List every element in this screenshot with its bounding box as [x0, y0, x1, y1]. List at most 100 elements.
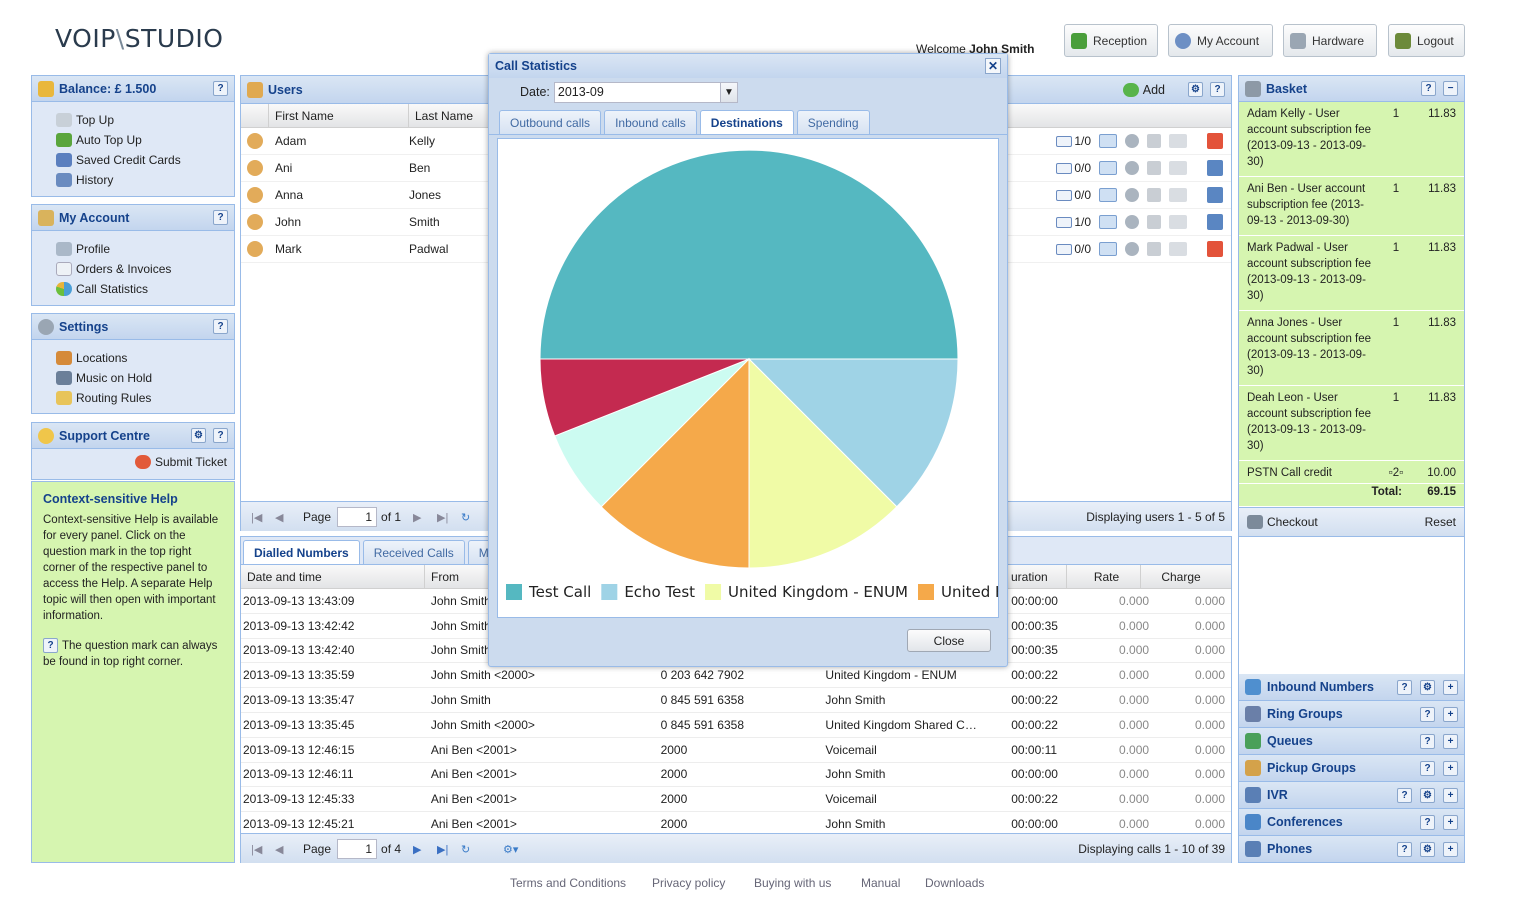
checkout-button[interactable]: Checkout: [1247, 515, 1318, 529]
page-input[interactable]: 1: [337, 838, 378, 859]
expand-icon[interactable]: +: [1443, 841, 1458, 857]
footer-terms-link[interactable]: Terms and Conditions: [510, 876, 626, 890]
panel-conferences[interactable]: Conferences? +: [1239, 809, 1464, 836]
expand-icon[interactable]: +: [1443, 706, 1458, 722]
table-row[interactable]: 2013-09-13 12:46:15 Ani Ben <2001> 2000 …: [241, 738, 1231, 763]
voicemail-count[interactable]: 0/0: [1056, 188, 1091, 202]
footer-privacy-link[interactable]: Privacy policy: [652, 876, 725, 890]
hardware-button[interactable]: Hardware: [1283, 24, 1377, 57]
chat-icon[interactable]: [1099, 134, 1117, 148]
table-row[interactable]: 2013-09-13 13:35:45 John Smith <2000> 0 …: [241, 713, 1231, 738]
voicemail-count[interactable]: 0/0: [1056, 161, 1091, 175]
table-row[interactable]: 2013-09-13 12:45:33 Ani Ben <2001> 2000 …: [241, 787, 1231, 813]
help-icon[interactable]: ?: [1420, 733, 1435, 749]
panel-phones[interactable]: Phones? ⚙ +: [1239, 836, 1464, 863]
tab-spending[interactable]: Spending: [796, 110, 870, 134]
forward-icon[interactable]: [1147, 161, 1161, 175]
phone-status-icon[interactable]: [1207, 187, 1223, 203]
tab-received-calls[interactable]: Received Calls: [362, 540, 465, 564]
tab-destinations[interactable]: Destinations: [699, 110, 794, 134]
settings-icon[interactable]: ⚙: [1420, 841, 1435, 857]
call-statistics-link[interactable]: Call Statistics: [32, 279, 234, 299]
reception-button[interactable]: Reception: [1064, 24, 1158, 57]
help-icon[interactable]: ?: [1420, 706, 1435, 722]
voicemail-count[interactable]: 1/0: [1056, 215, 1091, 229]
settings-icon[interactable]: ⚙: [1420, 787, 1435, 803]
next-page-icon[interactable]: ▶: [413, 843, 425, 856]
music-on-hold-link[interactable]: Music on Hold: [32, 368, 234, 388]
prev-page-icon[interactable]: ◀: [275, 511, 287, 524]
pie-slice[interactable]: [539, 149, 959, 360]
phone-status-icon[interactable]: [1207, 160, 1223, 176]
keyboard-icon[interactable]: [1169, 161, 1187, 175]
refresh-icon[interactable]: ↻: [461, 843, 473, 856]
phone-status-icon[interactable]: [1207, 241, 1223, 257]
forward-icon[interactable]: [1147, 188, 1161, 202]
panel-queues[interactable]: Queues? +: [1239, 728, 1464, 755]
prev-page-icon[interactable]: ◀: [275, 843, 287, 856]
table-row[interactable]: 2013-09-13 12:46:11 Ani Ben <2001> 2000 …: [241, 763, 1231, 788]
phone-status-icon[interactable]: [1207, 214, 1223, 230]
panel-pickup-groups[interactable]: Pickup Groups? +: [1239, 755, 1464, 782]
history-link[interactable]: History: [32, 170, 234, 190]
expand-icon[interactable]: +: [1443, 760, 1458, 776]
chat-icon[interactable]: [1099, 242, 1117, 256]
col-first-name[interactable]: First Name: [269, 104, 409, 127]
voicemail-count[interactable]: 0/0: [1056, 242, 1091, 256]
keyboard-icon[interactable]: [1169, 215, 1187, 229]
table-row[interactable]: 2013-09-13 13:35:47 John Smith 0 845 591…: [241, 688, 1231, 713]
help-icon[interactable]: ?: [213, 319, 228, 334]
help-icon[interactable]: ?: [1397, 679, 1412, 695]
saved-credit-cards-link[interactable]: Saved Credit Cards: [32, 150, 234, 170]
expand-icon[interactable]: +: [1443, 787, 1458, 803]
first-page-icon[interactable]: |◀: [251, 511, 263, 524]
auto-top-up-link[interactable]: Auto Top Up: [32, 130, 234, 150]
locations-link[interactable]: Locations: [32, 348, 234, 368]
help-icon[interactable]: ?: [1420, 760, 1435, 776]
help-icon[interactable]: ?: [1421, 81, 1436, 96]
forward-icon[interactable]: [1147, 242, 1161, 256]
chat-icon[interactable]: [1099, 215, 1117, 229]
user-settings-icon[interactable]: [1125, 134, 1139, 148]
refresh-icon[interactable]: ↻: [461, 511, 473, 524]
help-icon[interactable]: ?: [213, 428, 228, 443]
settings-icon[interactable]: ⚙: [191, 428, 206, 443]
help-icon[interactable]: ?: [213, 210, 228, 225]
forward-icon[interactable]: [1147, 134, 1161, 148]
panel-ivr[interactable]: IVR? ⚙ +: [1239, 782, 1464, 809]
table-row[interactable]: 2013-09-13 13:35:59 John Smith <2000> 0 …: [241, 663, 1231, 689]
keyboard-icon[interactable]: [1169, 134, 1187, 148]
user-settings-icon[interactable]: [1125, 242, 1139, 256]
col-date[interactable]: Date and time: [241, 565, 425, 588]
reset-button[interactable]: Reset: [1425, 515, 1456, 529]
footer-buying-link[interactable]: Buying with us: [754, 876, 831, 890]
tab-inbound-calls[interactable]: Inbound calls: [604, 110, 697, 134]
settings-icon[interactable]: ⚙: [1420, 679, 1435, 695]
col-charge[interactable]: Charge: [1141, 565, 1215, 588]
footer-downloads-link[interactable]: Downloads: [925, 876, 984, 890]
help-icon[interactable]: ?: [213, 81, 228, 96]
keyboard-icon[interactable]: [1169, 188, 1187, 202]
logout-button[interactable]: Logout: [1388, 24, 1465, 57]
routing-rules-link[interactable]: Routing Rules: [32, 388, 234, 408]
pstn-qty[interactable]: ▫2▫: [1376, 465, 1416, 481]
next-page-icon[interactable]: ▶: [413, 511, 425, 524]
chat-icon[interactable]: [1099, 161, 1117, 175]
footer-manual-link[interactable]: Manual: [861, 876, 900, 890]
help-icon[interactable]: ?: [1420, 814, 1435, 830]
chat-icon[interactable]: [1099, 188, 1117, 202]
settings-icon[interactable]: ⚙: [1188, 82, 1203, 97]
help-icon[interactable]: ?: [1397, 841, 1412, 857]
chevron-down-icon[interactable]: ▼: [719, 82, 737, 102]
expand-icon[interactable]: +: [1443, 679, 1458, 695]
user-settings-icon[interactable]: [1125, 215, 1139, 229]
collapse-icon[interactable]: −: [1443, 81, 1458, 96]
col-duration[interactable]: uration: [1007, 565, 1067, 588]
page-input[interactable]: 1: [337, 506, 378, 527]
orders-invoices-link[interactable]: Orders & Invoices: [32, 259, 234, 279]
expand-icon[interactable]: +: [1443, 733, 1458, 749]
help-icon[interactable]: ?: [1397, 787, 1412, 803]
expand-icon[interactable]: +: [1443, 814, 1458, 830]
tab-dialled-numbers[interactable]: Dialled Numbers: [243, 540, 360, 564]
top-up-link[interactable]: Top Up: [32, 110, 234, 130]
